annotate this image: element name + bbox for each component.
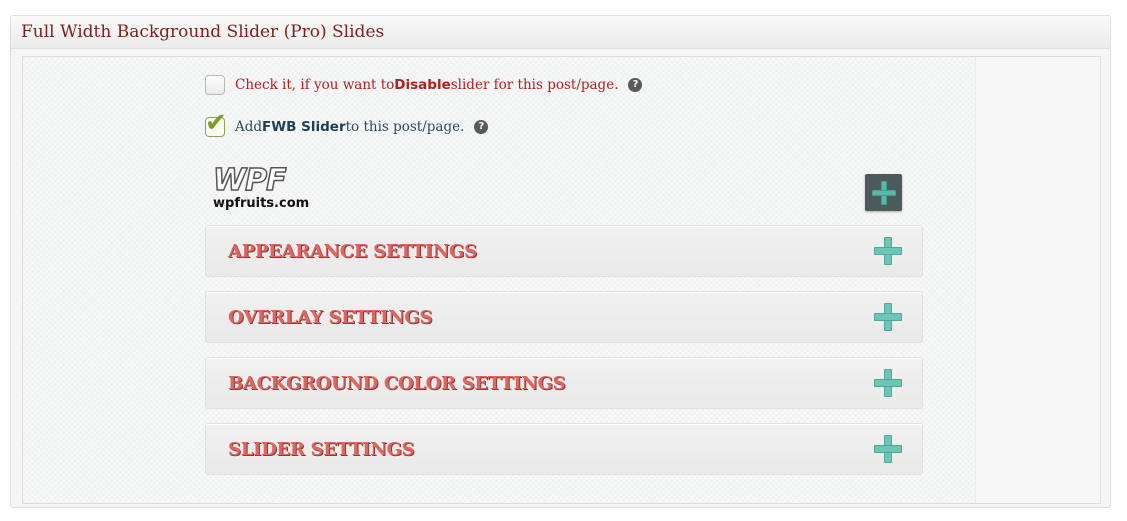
wpfruits-logo[interactable]: WPF wpfruits.com — [212, 163, 325, 213]
section-slider-settings[interactable]: SLIDER SETTINGS — [205, 423, 923, 475]
plus-icon[interactable] — [874, 435, 902, 463]
section-title: APPEARANCE SETTINGS — [228, 240, 477, 262]
checkmark-icon: ✔ — [205, 108, 227, 138]
disable-label-prefix: Check it, if you want to — [235, 77, 395, 93]
fwb-slider-metabox: Full Width Background Slider (Pro) Slide… — [10, 15, 1111, 508]
add-label-prefix: Add — [235, 119, 263, 135]
help-icon[interactable]: ? — [474, 120, 489, 134]
section-title: OVERLAY SETTINGS — [228, 306, 433, 328]
section-title: BACKGROUND COLOR SETTINGS — [228, 372, 566, 394]
add-label-suffix: to this post/page. — [345, 119, 465, 135]
disable-slider-option: Check it, if you want to Disable slider … — [205, 75, 643, 95]
add-slider-option: ✔ Add FWB Slider to this post/page. ? — [205, 110, 489, 137]
plus-icon[interactable] — [874, 303, 902, 331]
content-side-panel — [975, 57, 1100, 503]
section-background-color-settings[interactable]: BACKGROUND COLOR SETTINGS — [205, 357, 923, 409]
add-label-bold: FWB Slider — [262, 119, 346, 135]
add-slide-button[interactable] — [865, 174, 902, 211]
logo-text: wpfruits.com — [213, 196, 310, 211]
disable-label-suffix: slider for this post/page. — [450, 77, 619, 93]
plus-icon — [871, 180, 896, 205]
section-title: SLIDER SETTINGS — [228, 438, 415, 460]
plus-icon[interactable] — [874, 237, 902, 265]
add-slider-checkbox[interactable]: ✔ — [205, 110, 227, 137]
section-overlay-settings[interactable]: OVERLAY SETTINGS — [205, 291, 923, 343]
disable-label-bold: Disable — [394, 77, 451, 93]
metabox-title[interactable]: Full Width Background Slider (Pro) Slide… — [11, 16, 1110, 49]
logo-mark: WPF — [212, 163, 287, 198]
metabox-content: Check it, if you want to Disable slider … — [22, 56, 1101, 504]
disable-slider-checkbox[interactable] — [205, 75, 225, 95]
plus-icon[interactable] — [874, 369, 902, 397]
section-appearance-settings[interactable]: APPEARANCE SETTINGS — [205, 225, 923, 277]
help-icon[interactable]: ? — [628, 78, 643, 92]
